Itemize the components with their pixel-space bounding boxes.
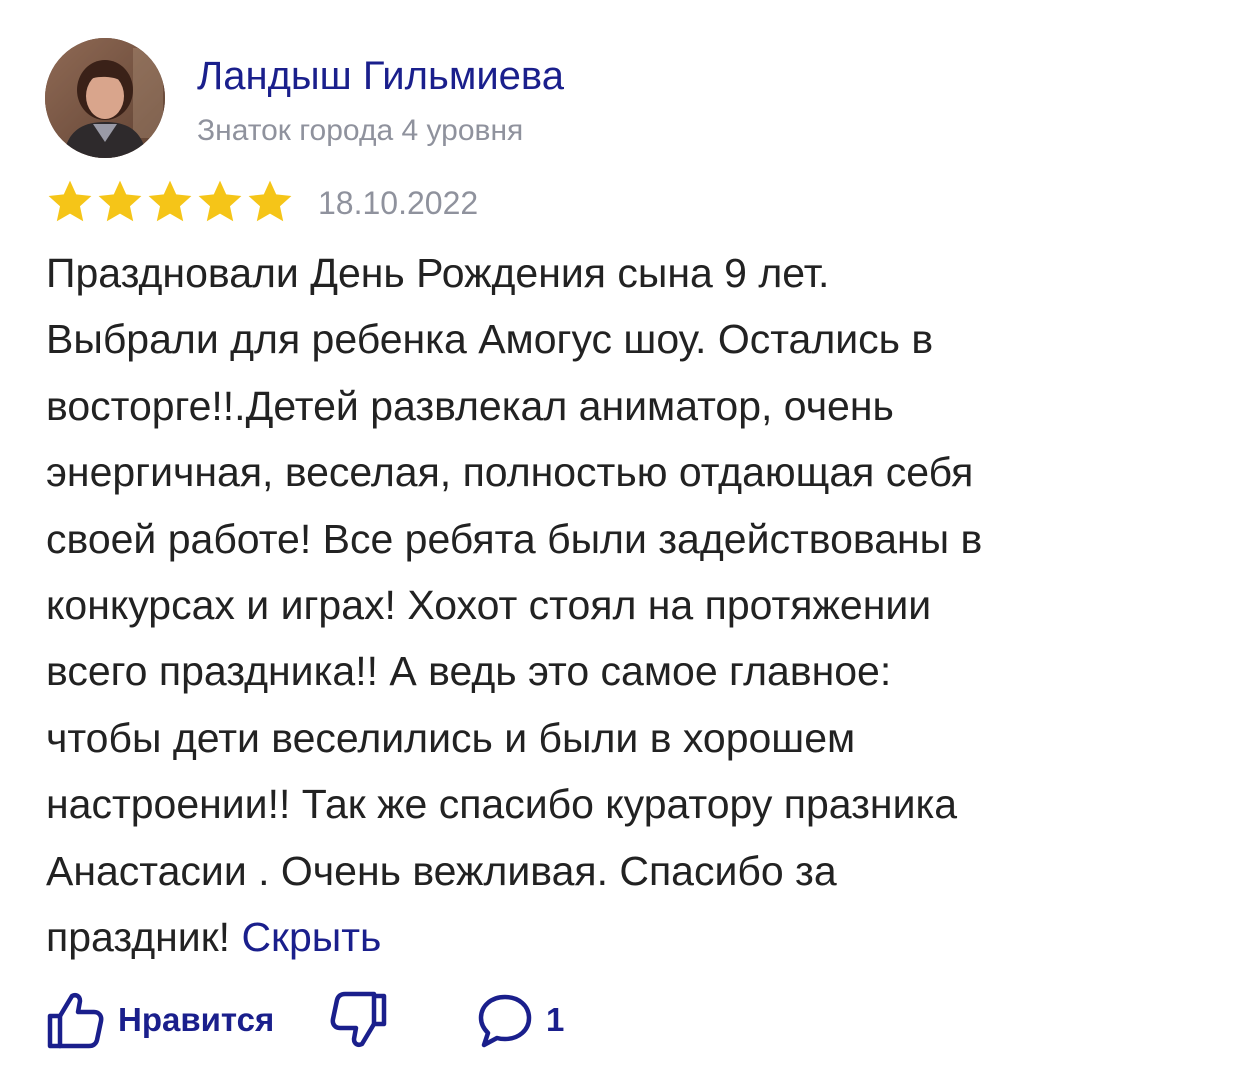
star-icon [148,180,192,222]
review-text-line: праздник! Скрыть [46,904,1206,970]
review-text-fragment: конкурсах и играх! Хохот стоял на протяж… [46,582,932,629]
thumbs-down-icon [330,991,387,1048]
review-text-fragment: энергичная, веселая, полностью отдающая … [46,449,974,496]
star-icon [248,180,292,222]
comment-count: 1 [546,1001,565,1038]
review-text-line: настроении!! Так же спасибо куратору пра… [46,771,1206,837]
review-text-line: Выбрали для ребенка Амогус шоу. Остались… [46,306,1206,372]
review-text-line: Праздновали День Рождения сына 9 лет. [46,240,1206,306]
review-text-fragment: восторге!!.Детей развлекал аниматор, оче… [46,382,894,429]
review-text-line: своей работе! Все ребята были задействов… [46,506,1206,572]
review-text-fragment: Выбрали для ребенка Амогус шоу. Остались… [46,316,934,363]
comment-icon [478,994,532,1048]
review-text-fragment: Праздновали День Рождения сына 9 лет. [46,250,830,296]
star-icon [198,180,242,222]
review-text: Праздновали День Рождения сына 9 лет. Выб… [46,240,1206,970]
review-text-line: конкурсах и играх! Хохот стоял на протяж… [46,572,1206,638]
review-date: 18.10.2022 [318,185,479,221]
avatar[interactable] [45,38,165,158]
star-icon [98,180,142,222]
review-text-line: энергичная, веселая, полностью отдающая … [46,439,1206,505]
review-text-fragment: чтобы дети веселились и были в хорошем [46,714,856,761]
review-text-line: Анастасии . Очень вежливая. Спасибо за [46,838,1206,904]
thumbs-up-icon [47,992,104,1049]
author-level: Знаток города 4 уровня [197,114,524,147]
dislike-button[interactable] [330,988,388,1052]
star-icon [48,180,92,222]
author-name[interactable]: Ландыш Гильмиева [197,52,564,100]
review-card: Ландыш Гильмиева Знаток города 4 уровня … [0,0,1242,1091]
review-text-line: чтобы дети веселились и были в хорошем [46,705,1206,771]
review-text-line: восторге!!.Детей развлекал аниматор, оче… [46,373,1206,439]
review-text-fragment: своей работе! Все ребята были задействов… [46,515,983,562]
review-text-fragment: праздник! [46,914,231,961]
like-button[interactable]: Нравится [46,988,274,1052]
user-photo-icon [45,38,165,158]
like-label: Нравится [118,1001,275,1038]
review-text-fragment: всего праздника!! А ведь это самое главн… [46,648,892,695]
hide-link[interactable]: Скрыть [241,914,381,960]
comment-button[interactable]: 1 [476,988,564,1052]
review-text-fragment: Анастасии . Очень вежливая. Спасибо за [46,847,837,894]
star-rating [46,178,296,226]
review-text-fragment: настроении!! Так же спасибо куратору пра… [46,781,958,828]
review-text-line: всего праздника!! А ведь это самое главн… [46,638,1206,704]
